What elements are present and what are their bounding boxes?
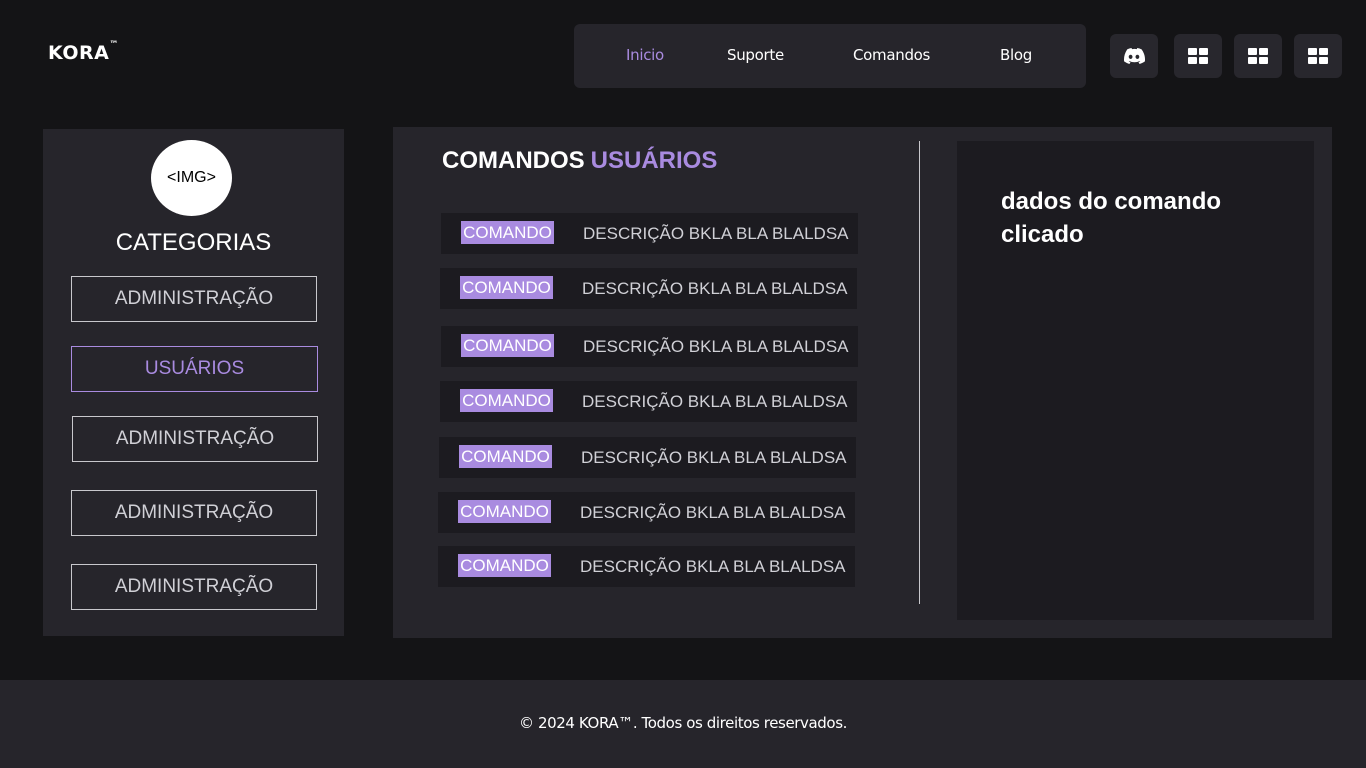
nav-item-blog[interactable]: Blog — [1000, 46, 1032, 64]
footer: © 2024 KORA™. Todos os direitos reservad… — [0, 680, 1366, 768]
command-badge: COMANDO — [460, 276, 553, 299]
command-detail-panel: dados do comando clicado — [957, 141, 1314, 620]
command-badge: COMANDO — [459, 445, 552, 468]
command-row[interactable]: COMANDO DESCRIÇÃO BKLA BLA BLALDSA — [438, 492, 855, 533]
category-label: USUÁRIOS — [144, 358, 245, 379]
command-row[interactable]: COMANDO DESCRIÇÃO BKLA BLA BLALDSA — [438, 546, 855, 587]
commands-panel: COMANDOS USUÁRIOS COMANDO DESCRIÇÃO BKLA … — [393, 127, 1332, 638]
command-badge: COMANDO — [460, 389, 553, 412]
grid-icon — [1308, 48, 1328, 64]
logo[interactable]: KORA™ — [48, 40, 119, 64]
title-main: COMANDOS — [442, 147, 585, 174]
command-description: DESCRIÇÃO BKLA BLA BLALDSA — [582, 392, 848, 411]
nav-item-inicio[interactable]: Inicio — [626, 46, 664, 64]
title-accent: USUÁRIOS — [590, 147, 718, 174]
copyright-text: © 2024 KORA™. Todos os direitos reservad… — [519, 714, 847, 732]
category-administracao-3[interactable]: ADMINISTRAÇÃO — [71, 490, 317, 536]
main-nav: Inicio Suporte Comandos Blog — [574, 24, 1086, 88]
command-badge: COMANDO — [458, 554, 551, 577]
command-row[interactable]: COMANDO DESCRIÇÃO BKLA BLA BLALDSA — [441, 213, 858, 254]
grid-button-1[interactable] — [1174, 34, 1222, 78]
avatar: <IMG> — [151, 140, 232, 216]
panel-divider — [919, 141, 920, 604]
command-description: DESCRIÇÃO BKLA BLA BLALDSA — [583, 224, 849, 243]
logo-text: KORA — [48, 42, 110, 64]
categories-sidebar: <IMG> CATEGORIAS ADMINISTRAÇÃO USUÁRIOS … — [43, 129, 344, 636]
logo-trademark: ™ — [109, 40, 119, 50]
category-label: ADMINISTRAÇÃO — [115, 428, 275, 449]
command-description: DESCRIÇÃO BKLA BLA BLALDSA — [581, 448, 847, 467]
command-description: DESCRIÇÃO BKLA BLA BLALDSA — [580, 557, 846, 576]
command-row[interactable]: COMANDO DESCRIÇÃO BKLA BLA BLALDSA — [441, 326, 858, 367]
page-title: COMANDOS USUÁRIOS — [442, 147, 717, 175]
category-usuarios[interactable]: USUÁRIOS — [71, 346, 318, 392]
category-label: ADMINISTRAÇÃO — [114, 502, 274, 523]
nav-item-comandos[interactable]: Comandos — [853, 46, 930, 64]
category-administracao-2[interactable]: ADMINISTRAÇÃO — [72, 416, 318, 462]
command-row[interactable]: COMANDO DESCRIÇÃO BKLA BLA BLALDSA — [440, 268, 857, 309]
grid-button-2[interactable] — [1234, 34, 1282, 78]
category-administracao-4[interactable]: ADMINISTRAÇÃO — [71, 564, 317, 610]
grid-button-3[interactable] — [1294, 34, 1342, 78]
grid-icon — [1248, 48, 1268, 64]
nav-item-suporte[interactable]: Suporte — [727, 46, 784, 64]
category-administracao-1[interactable]: ADMINISTRAÇÃO — [71, 276, 317, 322]
command-description: DESCRIÇÃO BKLA BLA BLALDSA — [582, 279, 848, 298]
command-row[interactable]: COMANDO DESCRIÇÃO BKLA BLA BLALDSA — [439, 437, 856, 478]
command-badge: COMANDO — [458, 500, 551, 523]
categories-title: CATEGORIAS — [115, 229, 272, 256]
discord-button[interactable] — [1110, 34, 1158, 78]
command-detail-text: dados do comando clicado — [1001, 188, 1222, 248]
discord-icon — [1124, 48, 1145, 64]
command-row[interactable]: COMANDO DESCRIÇÃO BKLA BLA BLALDSA — [440, 381, 857, 422]
command-description: DESCRIÇÃO BKLA BLA BLALDSA — [580, 503, 846, 522]
category-label: ADMINISTRAÇÃO — [114, 576, 274, 597]
command-description: DESCRIÇÃO BKLA BLA BLALDSA — [583, 337, 849, 356]
grid-icon — [1188, 48, 1208, 64]
command-badge: COMANDO — [461, 221, 554, 244]
category-label: ADMINISTRAÇÃO — [114, 288, 274, 309]
command-badge: COMANDO — [461, 334, 554, 357]
